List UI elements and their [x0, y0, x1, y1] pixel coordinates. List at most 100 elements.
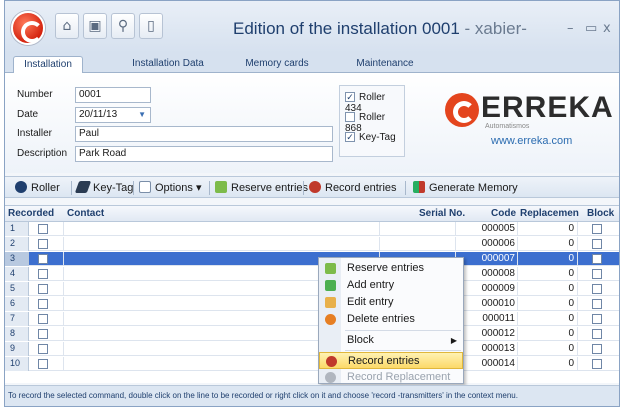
number-field[interactable]: 0001 — [75, 87, 151, 103]
option-roller-434[interactable]: ✓ Roller 434 — [345, 92, 404, 114]
block-checkbox[interactable] — [592, 269, 602, 279]
col-contact[interactable]: Contact — [67, 208, 104, 219]
row-number[interactable]: 3 — [5, 252, 29, 266]
recorded-checkbox[interactable] — [38, 284, 48, 294]
col-block[interactable]: Block — [587, 208, 614, 219]
roller-868-checkbox[interactable] — [345, 112, 355, 123]
column-divider — [577, 282, 578, 296]
column-divider — [63, 237, 64, 251]
submenu-arrow-icon: ▶ — [450, 336, 457, 345]
date-field[interactable]: 20/11/13 ▼ — [75, 107, 151, 123]
block-checkbox[interactable] — [592, 329, 602, 339]
table-row[interactable]: 9 000013 0 — [5, 342, 619, 356]
grid-header: Recorded Contact Serial No. Code Replace… — [5, 206, 619, 222]
home-icon[interactable]: ⌂ — [55, 13, 79, 39]
block-checkbox[interactable] — [592, 314, 602, 324]
block-checkbox[interactable] — [592, 299, 602, 309]
date-dropdown-icon[interactable]: ▼ — [138, 108, 146, 122]
menu-block[interactable]: Block ▶ — [319, 332, 463, 349]
options-dropdown[interactable]: Options ▾ — [139, 180, 202, 196]
menu-reserve-entries[interactable]: Reserve entries — [319, 260, 463, 277]
row-number[interactable]: 8 — [5, 327, 29, 341]
recorded-checkbox[interactable] — [38, 254, 48, 264]
row-number[interactable]: 7 — [5, 312, 29, 326]
description-field[interactable]: Park Road — [75, 146, 333, 162]
column-divider — [577, 297, 578, 311]
col-replacement[interactable]: Replacemen — [520, 208, 579, 219]
block-checkbox[interactable] — [592, 254, 602, 264]
row-number[interactable]: 10 — [5, 357, 29, 371]
roller-434-checkbox[interactable]: ✓ — [345, 92, 355, 103]
block-checkbox[interactable] — [592, 239, 602, 249]
block-checkbox[interactable] — [592, 284, 602, 294]
document-icon[interactable]: ▯ — [139, 13, 163, 39]
column-divider — [577, 222, 578, 236]
installer-field[interactable]: Paul — [75, 126, 333, 142]
table-row[interactable]: 7 000011 0 — [5, 312, 619, 326]
maximize-button[interactable]: ▭ — [585, 21, 597, 36]
table-row[interactable]: 3 000007 0 — [5, 252, 619, 266]
row-number[interactable]: 6 — [5, 297, 29, 311]
search-icon[interactable]: ⚲ — [111, 13, 135, 39]
record-entries-button[interactable]: Record entries — [309, 180, 397, 196]
save-icon[interactable]: ▣ — [83, 13, 107, 39]
reserve-entries-button[interactable]: Reserve entries — [215, 180, 308, 196]
key-tag-button[interactable]: Key-Tag — [74, 180, 133, 196]
table-row[interactable]: 6 000010 0 — [5, 297, 619, 311]
menu-edit-entry[interactable]: Edit entry — [319, 294, 463, 311]
recorded-checkbox[interactable] — [38, 239, 48, 249]
row-number[interactable]: 4 — [5, 267, 29, 281]
recorded-checkbox[interactable] — [38, 224, 48, 234]
replacement-cell: 0 — [568, 223, 574, 234]
row-number[interactable]: 2 — [5, 237, 29, 251]
column-divider — [517, 312, 518, 326]
tab-memory-cards[interactable]: Memory cards — [237, 56, 317, 73]
minimize-button[interactable]: – — [567, 21, 574, 36]
recorded-checkbox[interactable] — [38, 314, 48, 324]
app-logo-icon[interactable] — [11, 11, 45, 45]
table-row[interactable]: 10 000014 0 — [5, 357, 619, 371]
recorded-checkbox[interactable] — [38, 269, 48, 279]
row-number[interactable]: 1 — [5, 222, 29, 236]
col-code[interactable]: Code — [491, 208, 516, 219]
recorded-checkbox[interactable] — [38, 359, 48, 369]
title-bar: ⌂ ▣ ⚲ ▯ Edition of the installation 0001… — [5, 1, 619, 53]
block-checkbox[interactable] — [592, 344, 602, 354]
table-row[interactable]: 5 000009 0 — [5, 282, 619, 296]
table-row[interactable]: 1 000005 0 — [5, 222, 619, 236]
code-cell: 000012 — [481, 328, 515, 339]
brand-url[interactable]: www.erreka.com — [491, 135, 572, 147]
toolbar-separator — [209, 181, 210, 195]
date-label: Date — [17, 109, 39, 120]
close-button[interactable]: x — [603, 21, 611, 36]
toolbar-separator — [303, 181, 304, 195]
menu-delete-entries[interactable]: Delete entries — [319, 311, 463, 328]
col-recorded[interactable]: Recorded — [8, 208, 54, 219]
tab-installation[interactable]: Installation — [13, 56, 83, 74]
row-number[interactable]: 5 — [5, 282, 29, 296]
tab-maintenance[interactable]: Maintenance — [345, 56, 425, 73]
recorded-checkbox[interactable] — [38, 299, 48, 309]
menu-record-entries[interactable]: Record entries — [319, 352, 463, 369]
block-checkbox[interactable] — [592, 224, 602, 234]
tab-installation-data[interactable]: Installation Data — [123, 56, 213, 73]
option-key-tag[interactable]: ✓ Key-Tag — [345, 132, 396, 143]
record-replacement-icon — [325, 372, 336, 383]
replacement-cell: 0 — [568, 253, 574, 264]
table-row[interactable]: 2 000006 0 — [5, 237, 619, 251]
table-row[interactable]: 8 000012 0 — [5, 327, 619, 341]
menu-block-label: Block — [347, 334, 374, 346]
key-tag-label: Key-Tag — [359, 132, 396, 143]
recorded-checkbox[interactable] — [38, 344, 48, 354]
table-row[interactable]: 4 000008 0 — [5, 267, 619, 281]
col-serial[interactable]: Serial No. — [419, 208, 465, 219]
option-roller-868[interactable]: Roller 868 — [345, 112, 404, 134]
row-number[interactable]: 9 — [5, 342, 29, 356]
block-checkbox[interactable] — [592, 359, 602, 369]
menu-add-entry[interactable]: Add entry — [319, 277, 463, 294]
generate-memory-button[interactable]: Generate Memory — [413, 180, 518, 196]
roller-button[interactable]: Roller — [15, 180, 60, 196]
key-tag-checkbox[interactable]: ✓ — [345, 132, 355, 143]
column-divider — [455, 222, 456, 236]
recorded-checkbox[interactable] — [38, 329, 48, 339]
